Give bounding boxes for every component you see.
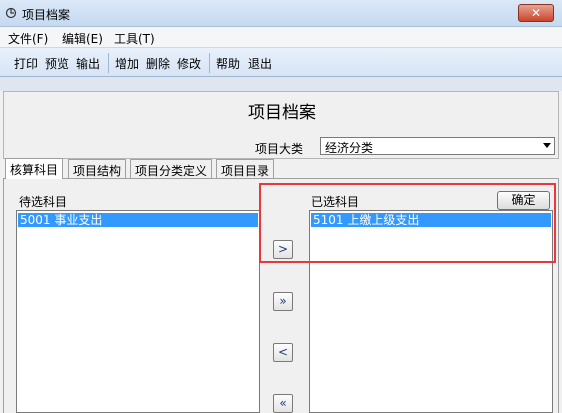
selected-list-label: 已选科目 <box>311 195 360 209</box>
edit-button[interactable]: 修改 <box>177 55 201 72</box>
available-listbox[interactable]: 5001 事业支出 <box>16 210 260 413</box>
help-button[interactable]: 帮助 <box>216 55 240 72</box>
export-button[interactable]: 输出 <box>76 55 100 72</box>
list-item[interactable]: 5101 上缴上级支出 <box>311 213 551 227</box>
remove-all-button[interactable]: « <box>273 394 293 413</box>
toolbar: 打印 预览 输出 增加 删除 修改 帮助 退出 <box>0 47 562 77</box>
delete-button[interactable]: 删除 <box>146 55 170 72</box>
close-button[interactable]: ✕ <box>518 4 554 22</box>
menu-bar: 文件(F) 编辑(E) 工具(T) <box>0 27 562 47</box>
category-value: 经济分类 <box>325 141 374 155</box>
add-all-button[interactable]: » <box>273 292 293 311</box>
toolbar-separator <box>108 53 109 73</box>
tab-category-definition[interactable]: 项目分类定义 <box>130 159 213 179</box>
category-label: 项目大类 <box>255 142 304 156</box>
remove-one-button[interactable]: < <box>273 343 293 362</box>
selected-listbox[interactable]: 5101 上缴上级支出 <box>309 210 553 413</box>
tab-project-catalog[interactable]: 项目目录 <box>216 159 275 179</box>
window-title: 项目档案 <box>22 8 71 22</box>
exit-button[interactable]: 退出 <box>248 55 272 72</box>
toolbar-gap <box>0 77 562 91</box>
menu-file[interactable]: 文件(F) <box>8 30 48 47</box>
confirm-button[interactable]: 确定 <box>497 191 550 210</box>
toolbar-separator <box>209 53 210 73</box>
add-one-button[interactable]: > <box>273 240 293 259</box>
tab-bar: 核算科目 项目结构 项目分类定义 项目目录 <box>3 158 559 179</box>
page-title: 项目档案 <box>248 103 316 123</box>
app-icon <box>5 7 17 19</box>
menu-tools[interactable]: 工具(T) <box>114 30 155 47</box>
print-button[interactable]: 打印 <box>14 55 38 72</box>
title-bar: 项目档案 ✕ <box>0 0 562 27</box>
list-item[interactable]: 5001 事业支出 <box>18 213 258 227</box>
available-list-label: 待选科目 <box>19 195 68 209</box>
chevron-down-icon <box>543 143 551 148</box>
tab-project-structure[interactable]: 项目结构 <box>68 159 127 179</box>
category-select[interactable]: 经济分类 <box>320 137 555 155</box>
tab-accounting-subjects[interactable]: 核算科目 <box>5 158 64 179</box>
preview-button[interactable]: 预览 <box>45 55 69 72</box>
menu-edit[interactable]: 编辑(E) <box>62 30 103 47</box>
add-button[interactable]: 增加 <box>115 55 139 72</box>
header-panel: 项目档案 项目大类 经济分类 <box>3 91 559 159</box>
close-icon: ✕ <box>530 6 542 20</box>
